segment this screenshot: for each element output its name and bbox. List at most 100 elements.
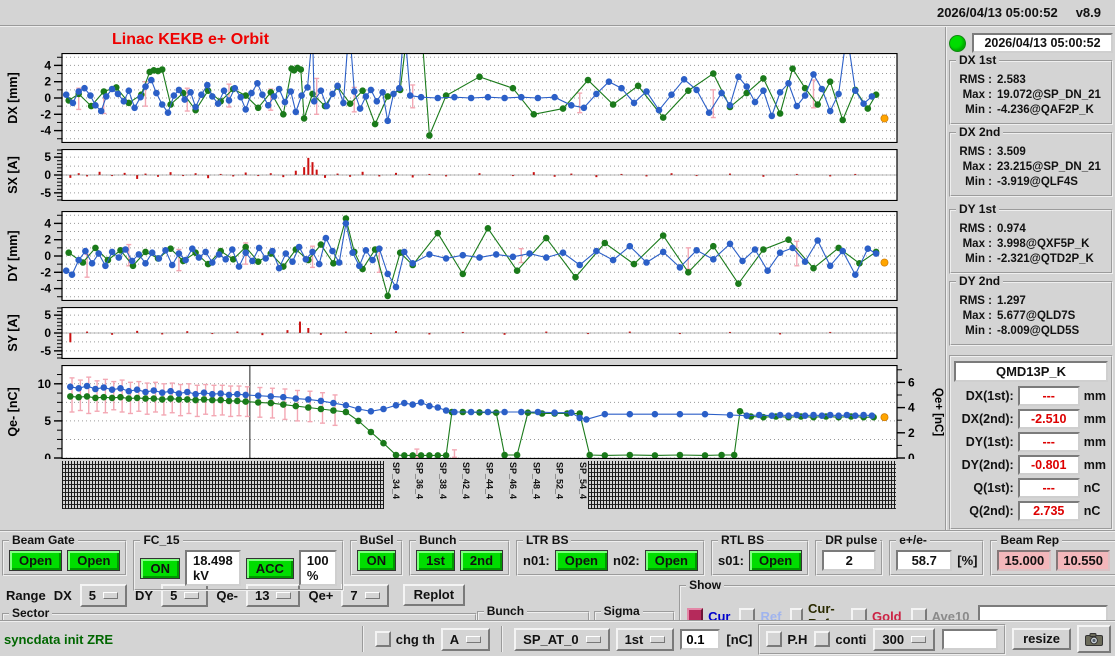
- main-area: Linac KEKB e+ Orbit 4 2 0 -2 -4 DX [mm] 5 0 -5 S…: [0, 27, 1115, 530]
- svg-text:-2: -2: [40, 265, 51, 279]
- threshold-input[interactable]: [680, 628, 721, 650]
- svg-text:2: 2: [44, 75, 51, 89]
- svg-text:5: 5: [44, 308, 51, 322]
- dy-2nd-stats-group: DY 2nd RMS :1.297 Max :5.677@QLD7S Min :…: [949, 275, 1113, 346]
- ltr-n02-open-button[interactable]: Open: [644, 550, 698, 571]
- svg-text:4: 4: [44, 216, 51, 230]
- range-dx-select[interactable]: 5: [79, 583, 128, 607]
- checkbox-icon[interactable]: [766, 631, 783, 647]
- bpm-labels-dense-right: [588, 461, 896, 509]
- resize-button[interactable]: resize: [1012, 628, 1071, 650]
- svg-text:4: 4: [44, 58, 51, 72]
- stats-panel: 2026/04/13 05:00:52 DX 1st RMS :2.583 Ma…: [945, 27, 1115, 530]
- mode-a-select[interactable]: A: [440, 627, 491, 651]
- range-qep-select[interactable]: 7: [341, 583, 389, 607]
- checkbox-icon[interactable]: [374, 631, 391, 647]
- bunch-1st-button[interactable]: 1st: [416, 550, 455, 571]
- monitor-value: -0.801: [1017, 455, 1080, 475]
- fc15-on-button[interactable]: ON: [140, 557, 180, 579]
- dr-pulse-input[interactable]: 2: [822, 550, 877, 571]
- svg-text:-5: -5: [40, 344, 51, 358]
- fc15-percent-readout: 100 %: [298, 550, 337, 586]
- plot-dx: 4 2 0 -2 -4 DX [mm]: [0, 52, 945, 144]
- dy-2nd-stats-title: DY 2nd: [956, 275, 1004, 287]
- svg-text:-4: -4: [40, 282, 51, 296]
- svg-text:-4: -4: [40, 124, 51, 138]
- dx2-rms: RMS :3.509: [959, 146, 1026, 158]
- ratio-unit: [%]: [957, 553, 978, 568]
- svg-text:-2: -2: [40, 107, 51, 121]
- checkbox-icon[interactable]: [814, 631, 831, 647]
- status-bar: syncdata init ZRE chg th A SP_AT_0 1st […: [0, 620, 1115, 656]
- svg-text:2: 2: [44, 233, 51, 247]
- dy2-max: Max :5.677@QLD7S: [962, 310, 1076, 322]
- status-row: 2026/04/13 05:00:52: [949, 33, 1113, 53]
- bunch-order-select[interactable]: 1st: [615, 627, 675, 651]
- ratio-group: e+/e- 58.7 [%]: [889, 534, 985, 576]
- svg-text:DY [mm]: DY [mm]: [6, 230, 20, 281]
- titlebar-version: v8.9: [1075, 5, 1101, 20]
- svg-text:SX [A]: SX [A]: [6, 156, 20, 194]
- ltr-bs-group: LTR BS n01: Open n02: Open: [516, 534, 705, 576]
- svg-text:5: 5: [44, 150, 51, 164]
- bpm-monitor-name: QMD13P_K: [954, 361, 1108, 382]
- rtl-bs-group: RTL BS s01: Open: [710, 534, 810, 576]
- dy-1st-stats-group: DY 1st RMS :0.974 Max :3.998@QXF5P_K Min…: [949, 203, 1113, 274]
- status-bar-controls: chg th A SP_AT_0 1st [nC] P.H conti 300 …: [357, 623, 1111, 655]
- fc15-acc-button[interactable]: ACC: [245, 557, 294, 579]
- svg-text:5: 5: [44, 414, 51, 428]
- dx1-min: Min : -4.236@QAF2P_K: [965, 104, 1094, 116]
- beam-rep-value-1: 15.000: [997, 550, 1052, 571]
- bpm-label: SP_36_4: [414, 462, 425, 500]
- svg-text:0: 0: [908, 451, 915, 459]
- plot-dy: 4 2 0 -2 -4 DY [mm]: [0, 210, 945, 302]
- dy1-rms: RMS :0.974: [959, 223, 1026, 235]
- replot-button[interactable]: Replot: [402, 584, 466, 606]
- page-title: Linac KEKB e+ Orbit: [112, 31, 269, 48]
- bpm-label: SP_54_4: [578, 462, 589, 500]
- plot-sy: 5 0 -5 SY [A]: [0, 306, 945, 360]
- conti-checkbox[interactable]: conti: [814, 631, 866, 647]
- monitor-value: ---: [1017, 432, 1080, 452]
- svg-text:6: 6: [908, 375, 915, 389]
- threshold-unit: [nC]: [726, 631, 753, 647]
- ph-checkbox[interactable]: P.H: [766, 631, 807, 647]
- plot-qe: 10 5 0 Qe- [nC] 6 4 2 0 Qe+ [nC]: [0, 364, 945, 465]
- separator: [361, 626, 364, 652]
- svg-text:DX [mm]: DX [mm]: [6, 72, 20, 123]
- svg-text:0: 0: [44, 451, 51, 459]
- busel-group: BuSel ON: [349, 534, 404, 576]
- bunch-2nd-button[interactable]: 2nd: [459, 550, 504, 571]
- chg-th-checkbox[interactable]: chg th: [374, 631, 435, 647]
- bpm-label: SP_42_4: [461, 462, 472, 500]
- svg-text:10: 10: [38, 377, 52, 391]
- screenshot-button[interactable]: [1077, 625, 1111, 653]
- extra-input[interactable]: [942, 628, 999, 650]
- dx1-rms: RMS :2.583: [959, 74, 1026, 86]
- sp-at-select[interactable]: SP_AT_0: [514, 627, 610, 651]
- range-label: Range: [6, 587, 46, 603]
- ltr-n01-label: n01:: [523, 553, 550, 568]
- monitor-row: DX(2nd): -2.510 mm: [954, 409, 1108, 429]
- svg-text:Qe- [nC]: Qe- [nC]: [6, 387, 20, 436]
- bpm-monitor-panel: QMD13P_K DX(1st): --- mm DX(2nd): -2.510 mm …: [949, 355, 1113, 530]
- option-menu-dash-icon: [184, 591, 200, 599]
- svg-text:0: 0: [44, 168, 51, 182]
- svg-text:0: 0: [44, 91, 51, 105]
- busel-on-button[interactable]: ON: [356, 550, 397, 571]
- svg-text:2: 2: [908, 426, 915, 440]
- beam-gate-open-button-1[interactable]: Open: [9, 550, 63, 571]
- option-menu-dash-icon: [276, 591, 292, 599]
- rtl-s01-label: s01:: [717, 553, 744, 568]
- option-menu-dash-icon: [103, 591, 119, 599]
- rtl-s01-open-button[interactable]: Open: [749, 550, 803, 571]
- bpm-label: SP_38_4: [437, 462, 448, 500]
- bpm-label: SP_46_4: [507, 462, 518, 500]
- ltr-n01-open-button[interactable]: Open: [554, 550, 608, 571]
- monitor-value: ---: [1017, 386, 1080, 406]
- count-select[interactable]: 300: [873, 627, 936, 651]
- dx1-max: Max :19.072@SP_DN_21: [962, 89, 1101, 101]
- ratio-readout: 58.7: [896, 550, 953, 571]
- beam-gate-open-button-2[interactable]: Open: [67, 550, 121, 571]
- option-menu-dash-icon: [466, 635, 482, 643]
